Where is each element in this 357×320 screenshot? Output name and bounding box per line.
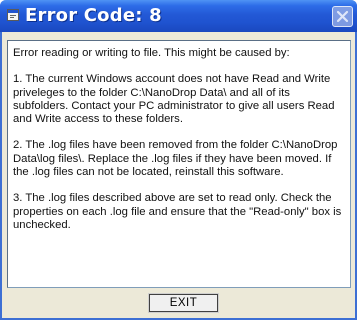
message-cause-3: 3. The .log files described above are se… xyxy=(13,192,342,231)
message-intro: Error reading or writing to file. This m… xyxy=(13,47,290,59)
title-bar[interactable]: Error Code: 8 xyxy=(0,0,357,32)
close-button[interactable] xyxy=(332,6,353,27)
error-dialog: Error Code: 8 Error reading or writing t… xyxy=(0,0,357,320)
dialog-title: Error Code: 8 xyxy=(25,5,162,26)
error-message-box: Error reading or writing to file. This m… xyxy=(7,40,351,288)
message-cause-2: 2. The .log files have been removed from… xyxy=(13,139,338,179)
exit-button[interactable]: EXIT xyxy=(148,293,219,313)
message-cause-1: 1. The current Windows account does not … xyxy=(13,73,335,126)
app-icon xyxy=(7,9,19,21)
close-icon xyxy=(336,10,349,23)
